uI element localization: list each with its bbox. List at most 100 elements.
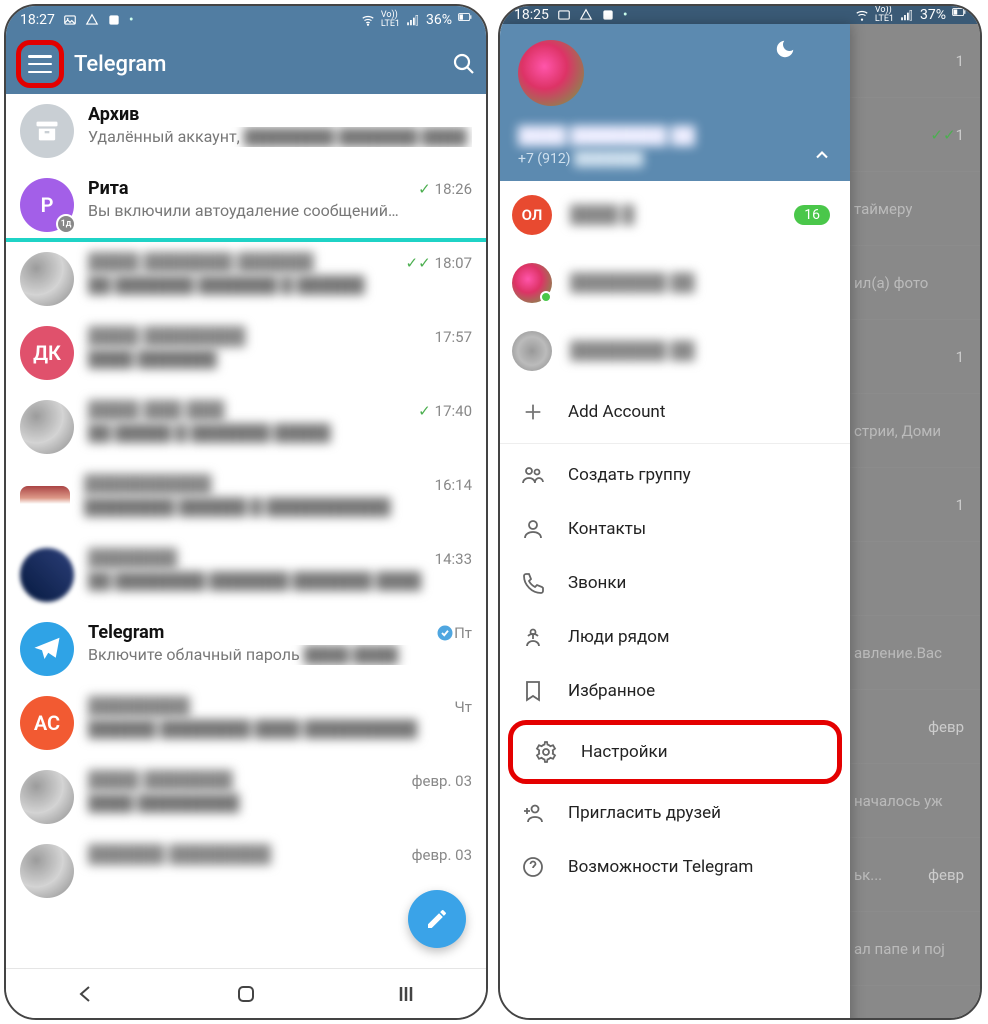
- chat-avatar: АС: [20, 696, 74, 750]
- bg-chat-partial: таймеру: [850, 172, 980, 246]
- chat-avatar: ДК: [20, 326, 74, 380]
- drawer-menu-group[interactable]: Создать группу: [500, 448, 850, 502]
- chat-avatar: [20, 622, 74, 676]
- calls-icon: [520, 570, 546, 596]
- bg-chat-partial: ✓✓ 1: [850, 98, 980, 172]
- nearby-icon: [520, 624, 546, 650]
- chat-item[interactable]: ██████████16:14████████ ██████ █ ███████…: [6, 464, 486, 538]
- app-icon: [107, 13, 121, 27]
- saved-icon: [520, 678, 546, 704]
- group-icon: [520, 462, 546, 488]
- signal-icon: [900, 8, 914, 22]
- drawer-menu-calls[interactable]: Звонки: [500, 556, 850, 610]
- drawer-menu-label: Пригласить друзей: [568, 803, 721, 823]
- drawer-menu-label: Звонки: [568, 573, 626, 593]
- chat-time: февр. 03: [412, 772, 472, 790]
- drawer-menu-label: Избранное: [568, 681, 655, 701]
- chat-item[interactable]: ███████14:33██ ████████ ███████ ███████ …: [6, 538, 486, 612]
- bg-chat-partial: [850, 542, 980, 616]
- drawer-list: ОЛ ████ █ 16 ████████ ██ ████████ ██ Add Acc…: [500, 181, 850, 1020]
- faq-icon: [520, 854, 546, 880]
- chat-avatar: [20, 252, 74, 306]
- drawer-header[interactable]: ████ ████████ ██ +7 (912) ███████: [500, 24, 850, 181]
- chat-message: ████████ ██████ █ ███████████: [84, 497, 472, 517]
- bg-chat-partial: ил(а) фото: [850, 246, 980, 320]
- chat-name: ████ ████████: [88, 326, 435, 347]
- account-avatar: ОЛ: [512, 195, 552, 235]
- account-avatar: [512, 263, 552, 303]
- drawer-menu-invite[interactable]: Пригласить друзей: [500, 786, 850, 840]
- chat-item[interactable]: TelegramПтВключите облачный пароль ████ …: [6, 612, 486, 686]
- account-label: ████████ ██: [570, 341, 695, 361]
- bg-chat-partial: ьк...февр: [850, 838, 980, 912]
- chat-list[interactable]: Архив Удалённый аккаунт, ████████ ██████…: [6, 94, 486, 968]
- profile-avatar[interactable]: [518, 40, 584, 106]
- chat-name: ███████: [88, 548, 435, 569]
- drawer-menu-faq[interactable]: Возможности Telegram: [500, 840, 850, 894]
- chat-item[interactable]: ДК████ ████████17:57████ ███████: [6, 316, 486, 390]
- archive-icon: [20, 104, 74, 158]
- signal-icon: [406, 13, 420, 27]
- add-account-item[interactable]: Add Account: [500, 385, 850, 439]
- chat-time: Чт: [455, 698, 472, 716]
- image-icon: [557, 8, 571, 22]
- chat-avatar: [20, 486, 70, 516]
- chat-item[interactable]: ████ ███████февр. 03 ████ █████████: [6, 760, 486, 834]
- nav-home[interactable]: [234, 982, 258, 1006]
- chat-item[interactable]: ██████ ████████февр. 03: [6, 834, 486, 908]
- status-bar: 18:27 • Vo))LTE1 36%: [6, 6, 486, 34]
- bg-chat-partial: стрии, Доми: [850, 394, 980, 468]
- drawer-menu-saved[interactable]: Избранное: [500, 664, 850, 718]
- account-item[interactable]: ████████ ██: [500, 317, 850, 385]
- account-label: ████ █: [570, 205, 634, 225]
- compose-fab[interactable]: [408, 890, 466, 948]
- chat-message: ██ ████████ ███████ ███████ ████: [88, 571, 472, 591]
- chat-message: ████ █████████: [88, 793, 472, 813]
- drawer-menu-contacts[interactable]: Контакты: [500, 502, 850, 556]
- status-time: 18:27: [20, 12, 55, 28]
- account-item[interactable]: ████████ ██: [500, 249, 850, 317]
- add-account-label: Add Account: [568, 402, 665, 422]
- bg-chat-partial: 1: [850, 24, 980, 98]
- account-item[interactable]: ОЛ ████ █ 16: [500, 181, 850, 249]
- expand-accounts-button[interactable]: [812, 145, 832, 165]
- bg-chat-partial: началось уж: [850, 764, 980, 838]
- chat-time: Пт: [454, 624, 472, 642]
- archive-title: Архив: [88, 104, 472, 125]
- chat-avatar: [20, 770, 74, 824]
- read-checks-icon: ✓: [418, 180, 431, 198]
- night-mode-toggle[interactable]: [774, 38, 796, 60]
- chat-avatar: [20, 400, 74, 454]
- dimmed-chat-background[interactable]: 1✓✓ 1таймеруил(а) фото1стрии, Доми1авлен…: [850, 24, 980, 1020]
- unread-badge: 16: [794, 205, 830, 225]
- chat-name: Рита: [88, 178, 418, 199]
- drawer-menu-label: Контакты: [568, 519, 646, 539]
- search-button[interactable]: [452, 52, 476, 76]
- invite-icon: [520, 800, 546, 826]
- triangle-icon: [85, 13, 99, 27]
- chat-item[interactable]: ████ ███████ ██████✓✓18:07██ ███████ ███…: [6, 242, 486, 316]
- settings-icon: [533, 739, 559, 765]
- nav-recent[interactable]: [394, 982, 418, 1006]
- chat-item[interactable]: Р1дРита✓18:26Вы включили автоудаление со…: [6, 168, 486, 242]
- verified-icon: [436, 624, 454, 642]
- status-dot: •: [129, 12, 134, 28]
- chat-item[interactable]: ████ ███ ███✓17:40██ █████ █ ███████ ███…: [6, 390, 486, 464]
- nav-back[interactable]: [74, 982, 98, 1006]
- drawer-menu-label: Возможности Telegram: [568, 857, 753, 877]
- menu-button[interactable]: [28, 55, 52, 73]
- android-navbar: [6, 968, 486, 1018]
- drawer-menu-settings[interactable]: Настройки: [508, 720, 842, 784]
- chat-time: 18:07: [435, 254, 472, 272]
- drawer-menu-label: Создать группу: [568, 465, 691, 485]
- plus-icon: [520, 399, 546, 425]
- battery-icon: [458, 13, 472, 27]
- chat-name: ████ ███████: [88, 770, 412, 791]
- drawer-menu-nearby[interactable]: Люди рядом: [500, 610, 850, 664]
- account-label: ████████ ██: [570, 273, 695, 293]
- chat-item[interactable]: АС████████Чт██████ ████████ ████ ███████…: [6, 686, 486, 760]
- archive-subtitle: Удалённый аккаунт,: [88, 127, 240, 146]
- chat-message: ██████ ████████ ████ ██████████: [88, 719, 472, 739]
- archive-item[interactable]: Архив Удалённый аккаунт, ████████ ██████…: [6, 94, 486, 168]
- status-time: 18:25: [514, 7, 549, 23]
